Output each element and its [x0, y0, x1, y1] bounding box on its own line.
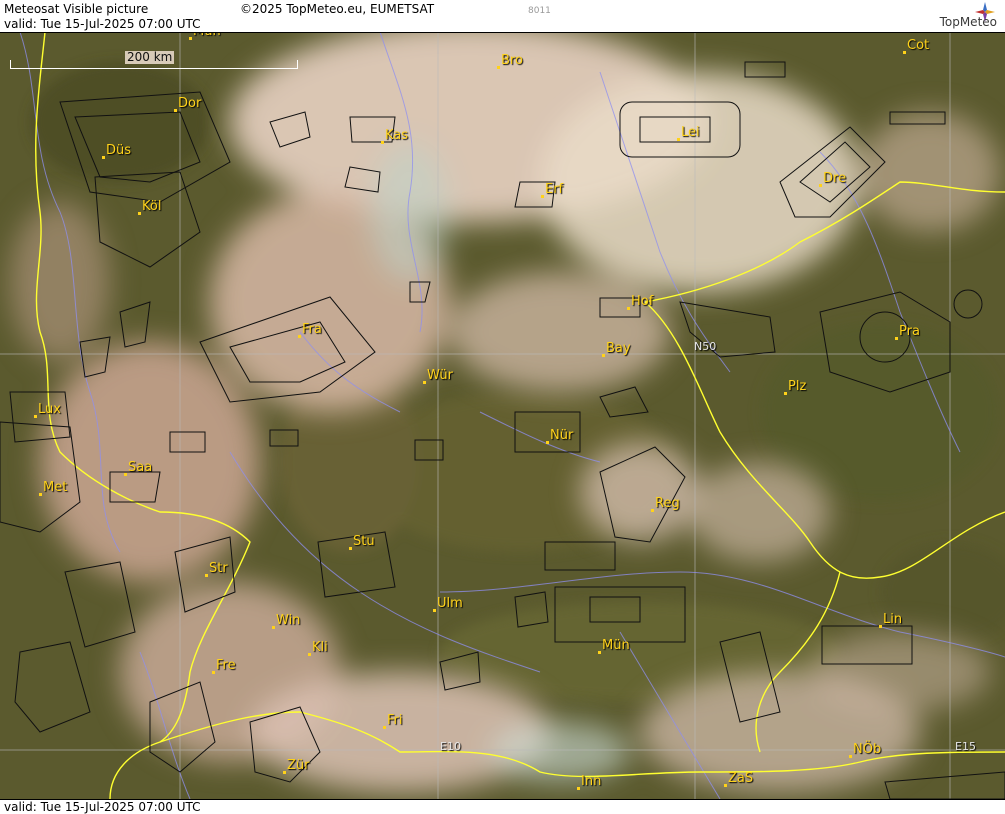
city-dot [124, 473, 127, 476]
city-label: Lei [681, 125, 700, 140]
city-label: Hof [631, 294, 654, 309]
city-label: Mün [602, 638, 630, 653]
city-dot [102, 156, 105, 159]
city-dot [189, 37, 192, 40]
city-dot [598, 651, 601, 654]
city-dot [677, 138, 680, 141]
city-dot [212, 671, 215, 674]
satellite-image: Mün Bro Cot Dor Kas Lei Düs Dre Erf Köl … [0, 25, 1005, 799]
header-bar: Meteosat Visible picture valid: Tue 15-J… [0, 0, 1005, 33]
valid-time-bottom: valid: Tue 15-Jul-2025 07:00 UTC [4, 800, 201, 814]
valid-time-top: valid: Tue 15-Jul-2025 07:00 UTC [4, 17, 201, 31]
city-label: Cot [907, 38, 930, 53]
product-title: Meteosat Visible picture [4, 2, 149, 16]
city-label: Stu [353, 534, 375, 549]
city-dot [546, 441, 549, 444]
city-dot [541, 195, 544, 198]
city-dot [819, 184, 822, 187]
city-label: Bay [606, 341, 631, 356]
city-dot [577, 787, 580, 790]
scale-tick-left [10, 60, 11, 69]
city-dot [895, 337, 898, 340]
scale-label: 200 km [125, 50, 175, 64]
satellite-layer [0, 32, 1005, 799]
city-label: Lux [38, 402, 61, 417]
city-label: Nür [550, 428, 574, 443]
city-label: ZaS [728, 771, 754, 786]
grid-label-e10: E10 [440, 740, 461, 753]
city-label: Inn [581, 774, 602, 789]
city-dot [174, 109, 177, 112]
scale-bar: 200 km [10, 51, 298, 70]
city-label: Plz [788, 379, 807, 394]
city-label: Kli [312, 640, 328, 655]
city-label: Met [43, 480, 68, 495]
city-dot [784, 392, 787, 395]
brand-name: TopMeteo [939, 15, 997, 29]
brand-logo: TopMeteo [897, 2, 997, 30]
city-label: NÖb [853, 742, 882, 757]
city-label: Saa [128, 460, 153, 475]
city-dot [423, 381, 426, 384]
city-dot [433, 609, 436, 612]
grid-label-n50: N50 [694, 340, 717, 353]
city-label: Fri [387, 713, 403, 728]
city-label: Düs [106, 143, 132, 158]
city-label: Str [209, 561, 228, 576]
city-label: Fra [302, 322, 322, 337]
city-dot [651, 509, 654, 512]
city-dot [627, 307, 630, 310]
copyright-notice: ©2025 TopMeteo.eu, EUMETSAT [240, 2, 435, 16]
city-dot [849, 755, 852, 758]
city-label: Erf [545, 182, 564, 197]
city-dot [308, 653, 311, 656]
scale-tick-right [297, 60, 298, 69]
city-dot [272, 626, 275, 629]
city-dot [383, 726, 386, 729]
city-dot [381, 141, 384, 144]
city-label: Ulm [437, 596, 463, 611]
city-label: Dor [178, 96, 202, 111]
city-label: Köl [142, 199, 162, 214]
city-dot [39, 493, 42, 496]
city-label: Fre [216, 658, 236, 673]
city-label: Zür [287, 758, 310, 773]
city-dot [283, 771, 286, 774]
city-dot [497, 66, 500, 69]
city-label: Bro [501, 53, 523, 68]
grid-label-e15: E15 [955, 740, 976, 753]
city-dot [349, 547, 352, 550]
city-dot [138, 212, 141, 215]
city-dot [903, 51, 906, 54]
scale-line [10, 68, 298, 69]
city-dot [879, 625, 882, 628]
city-dot [34, 415, 37, 418]
city-dot [724, 784, 727, 787]
city-dot [298, 335, 301, 338]
city-label: Pra [899, 324, 920, 339]
city-label: Reg [655, 496, 680, 511]
image-code: 8011 [528, 6, 551, 16]
footer-bar: valid: Tue 15-Jul-2025 07:00 UTC [0, 799, 1005, 814]
city-label: Kas [385, 128, 409, 143]
city-label: Dre [823, 171, 847, 186]
city-label: Win [276, 613, 301, 628]
city-dot [205, 574, 208, 577]
city-label: Lin [883, 612, 903, 627]
satellite-map-viewer: Meteosat Visible picture valid: Tue 15-J… [0, 0, 1005, 814]
city-label: Wür [427, 368, 453, 383]
city-dot [602, 354, 605, 357]
